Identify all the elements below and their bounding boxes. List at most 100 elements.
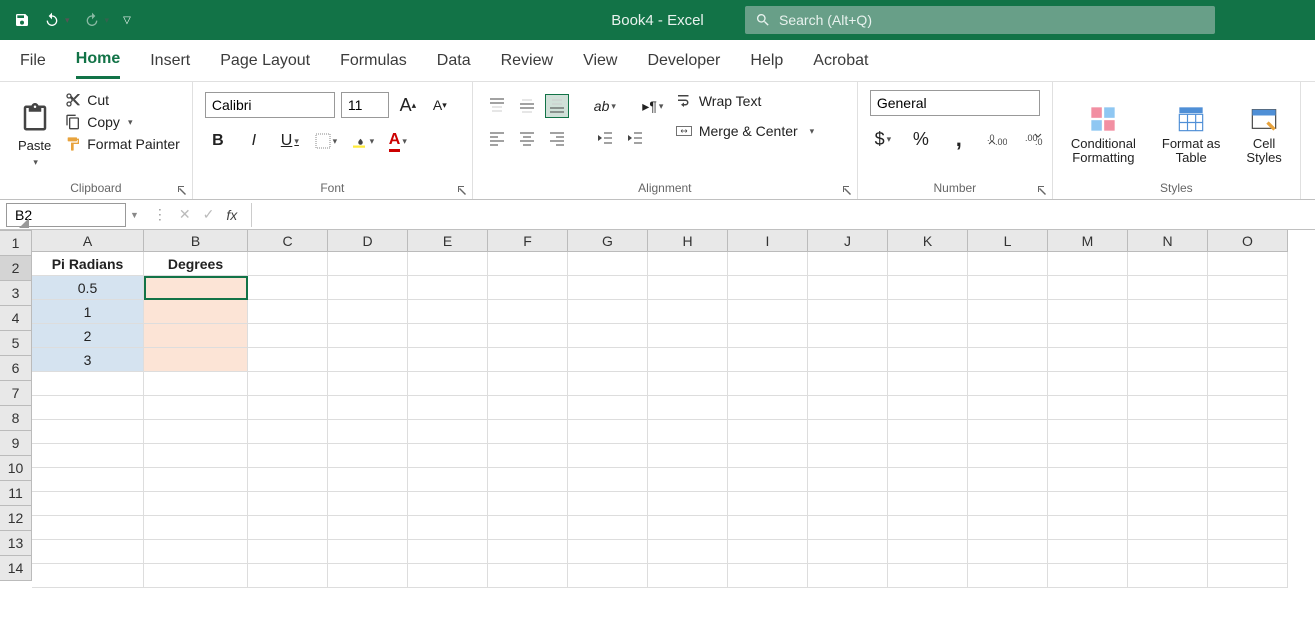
row-header-1[interactable]: 1 (0, 231, 32, 256)
format-painter-button[interactable]: Format Painter (65, 136, 180, 152)
cell-G6[interactable] (568, 372, 648, 396)
cell-I13[interactable] (728, 540, 808, 564)
cell-J6[interactable] (808, 372, 888, 396)
cell-E13[interactable] (408, 540, 488, 564)
cell-C7[interactable] (248, 396, 328, 420)
cell-B3[interactable] (144, 300, 248, 324)
accounting-format-button[interactable]: $▾ (870, 126, 896, 152)
cell-B11[interactable] (144, 492, 248, 516)
cell-L12[interactable] (968, 516, 1048, 540)
cell-B4[interactable] (144, 324, 248, 348)
cell-O2[interactable] (1208, 276, 1288, 300)
column-header-E[interactable]: E (408, 230, 488, 252)
cell-O13[interactable] (1208, 540, 1288, 564)
row-header-7[interactable]: 7 (0, 381, 32, 406)
cell-O5[interactable] (1208, 348, 1288, 372)
cell-C6[interactable] (248, 372, 328, 396)
cell-M12[interactable] (1048, 516, 1128, 540)
cell-B6[interactable] (144, 372, 248, 396)
column-header-O[interactable]: O (1208, 230, 1288, 252)
cell-N13[interactable] (1128, 540, 1208, 564)
cell-J12[interactable] (808, 516, 888, 540)
cell-A7[interactable] (32, 396, 144, 420)
cell-E2[interactable] (408, 276, 488, 300)
cell-K9[interactable] (888, 444, 968, 468)
number-format-select[interactable] (870, 90, 1040, 116)
wrap-text-button[interactable]: Wrap Text (675, 92, 814, 110)
number-launcher[interactable] (1036, 183, 1048, 195)
column-header-A[interactable]: A (32, 230, 144, 252)
cell-H6[interactable] (648, 372, 728, 396)
cell-B5[interactable] (144, 348, 248, 372)
cell-H12[interactable] (648, 516, 728, 540)
tab-page-layout[interactable]: Page Layout (220, 44, 310, 78)
cell-N8[interactable] (1128, 420, 1208, 444)
cell-O1[interactable] (1208, 252, 1288, 276)
fb-dropdown-icon[interactable]: ⋮ (153, 206, 167, 223)
search-input[interactable] (745, 6, 1215, 34)
cell-F8[interactable] (488, 420, 568, 444)
cell-B8[interactable] (144, 420, 248, 444)
paste-button[interactable]: Paste ▾ (12, 88, 57, 181)
row-header-13[interactable]: 13 (0, 531, 32, 556)
save-button[interactable] (14, 12, 30, 28)
cell-A8[interactable] (32, 420, 144, 444)
cell-J1[interactable] (808, 252, 888, 276)
tab-file[interactable]: File (20, 44, 46, 78)
cell-B14[interactable] (144, 564, 248, 588)
cell-N2[interactable] (1128, 276, 1208, 300)
cell-O9[interactable] (1208, 444, 1288, 468)
cell-D4[interactable] (328, 324, 408, 348)
cell-styles-button[interactable]: Cell Styles (1240, 88, 1287, 181)
tab-acrobat[interactable]: Acrobat (813, 44, 868, 78)
insert-function-button[interactable]: fx (226, 207, 237, 223)
column-header-I[interactable]: I (728, 230, 808, 252)
cell-H7[interactable] (648, 396, 728, 420)
cell-M5[interactable] (1048, 348, 1128, 372)
cell-M9[interactable] (1048, 444, 1128, 468)
column-header-L[interactable]: L (968, 230, 1048, 252)
cell-N14[interactable] (1128, 564, 1208, 588)
font-name-input[interactable] (205, 92, 335, 118)
cell-I8[interactable] (728, 420, 808, 444)
cell-M6[interactable] (1048, 372, 1128, 396)
increase-font-button[interactable]: A▴ (395, 92, 421, 118)
cell-H4[interactable] (648, 324, 728, 348)
cell-I11[interactable] (728, 492, 808, 516)
decrease-indent-button[interactable] (593, 126, 617, 150)
align-right-button[interactable] (545, 126, 569, 150)
tab-home[interactable]: Home (76, 42, 120, 79)
cell-N6[interactable] (1128, 372, 1208, 396)
row-header-3[interactable]: 3 (0, 281, 32, 306)
cell-G4[interactable] (568, 324, 648, 348)
cell-N9[interactable] (1128, 444, 1208, 468)
alignment-launcher[interactable] (841, 183, 853, 195)
cell-M11[interactable] (1048, 492, 1128, 516)
cell-A14[interactable] (32, 564, 144, 588)
cell-C1[interactable] (248, 252, 328, 276)
cell-C8[interactable] (248, 420, 328, 444)
cell-N3[interactable] (1128, 300, 1208, 324)
cell-C3[interactable] (248, 300, 328, 324)
cell-C4[interactable] (248, 324, 328, 348)
column-header-D[interactable]: D (328, 230, 408, 252)
cell-M3[interactable] (1048, 300, 1128, 324)
cell-J14[interactable] (808, 564, 888, 588)
row-header-5[interactable]: 5 (0, 331, 32, 356)
cell-D14[interactable] (328, 564, 408, 588)
row-header-2[interactable]: 2 (0, 256, 32, 281)
column-header-H[interactable]: H (648, 230, 728, 252)
increase-indent-button[interactable] (623, 126, 647, 150)
cell-H13[interactable] (648, 540, 728, 564)
cell-G2[interactable] (568, 276, 648, 300)
cell-H8[interactable] (648, 420, 728, 444)
cell-D8[interactable] (328, 420, 408, 444)
cell-D2[interactable] (328, 276, 408, 300)
cell-L9[interactable] (968, 444, 1048, 468)
cell-C5[interactable] (248, 348, 328, 372)
cell-G10[interactable] (568, 468, 648, 492)
cell-C2[interactable] (248, 276, 328, 300)
cell-F9[interactable] (488, 444, 568, 468)
cell-I4[interactable] (728, 324, 808, 348)
align-center-button[interactable] (515, 126, 539, 150)
